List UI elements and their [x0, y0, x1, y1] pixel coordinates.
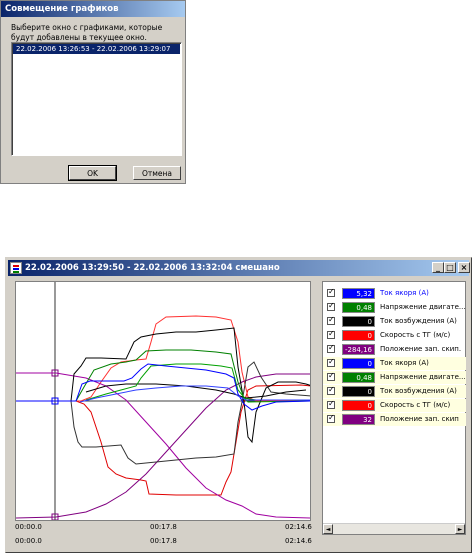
- series-name: Положение зап. скип: [380, 415, 459, 423]
- series-name: Положение зап. скип.: [380, 345, 462, 353]
- series-name: Напряжение двигате...: [380, 303, 466, 311]
- maximize-button[interactable]: □: [444, 262, 456, 273]
- time-label-start: 00:00.0: [15, 523, 42, 531]
- legend-row[interactable]: ✓ 0,48 Напряжение двигате...: [323, 371, 466, 384]
- series-value: 0: [342, 330, 375, 341]
- window-titlebar[interactable]: 22.02.2006 13:29:50 - 22.02.2006 13:32:0…: [8, 260, 470, 276]
- window-title: 22.02.2006 13:29:50 - 22.02.2006 13:32:0…: [25, 263, 280, 273]
- series-value: 0,48: [342, 302, 375, 313]
- time-label-end: 02:14.6: [285, 523, 312, 531]
- series-name: Скорость с ТГ (м/с): [380, 401, 451, 409]
- series-value: 0: [342, 316, 375, 327]
- legend-row[interactable]: ✓ 0 Скорость с ТГ (м/с): [323, 399, 466, 412]
- legend-row[interactable]: ✓ 0 Ток возбуждения (А): [323, 385, 466, 398]
- series-name: Ток якоря (А): [380, 289, 429, 297]
- legend-row[interactable]: ✓ 32 Положение зап. скип: [323, 413, 466, 426]
- speed-curve-b: [16, 315, 310, 402]
- legend-row[interactable]: ✓ 0 Ток якоря (А): [323, 357, 466, 370]
- graph-window: 22.02.2006 13:29:50 - 22.02.2006 13:32:0…: [5, 257, 472, 553]
- series-checkbox[interactable]: ✓: [327, 287, 335, 297]
- series-checkbox[interactable]: ✓: [327, 357, 335, 367]
- series-name: Ток возбуждения (А): [380, 317, 457, 325]
- checkmark-icon: ✓: [328, 329, 335, 338]
- dialog-title: Совмещение графиков: [1, 1, 185, 17]
- chart-svg: [16, 282, 310, 520]
- legend-row[interactable]: ✓ 0,48 Напряжение двигате...: [323, 301, 466, 314]
- legend-panel: ✓ 5,32 Ток якоря (А) ✓ 0,48 Напряжение двигат…: [322, 281, 466, 535]
- checkmark-icon: ✓: [328, 385, 335, 394]
- field-current-curve-b: [16, 361, 310, 465]
- series-name: Скорость с ТГ (м/с): [380, 331, 451, 339]
- series-value: 0: [342, 400, 375, 411]
- series-value: 32: [342, 414, 375, 425]
- time-label-start-2: 00:00.0: [15, 537, 42, 545]
- checkmark-icon: ✓: [328, 315, 335, 324]
- window-listbox[interactable]: 22.02.2006 13:26:53 - 22.02.2006 13:29:0…: [11, 42, 182, 156]
- legend-row[interactable]: ✓ 5,32 Ток якоря (А): [323, 287, 466, 300]
- checkmark-icon: ✓: [328, 357, 335, 366]
- series-checkbox[interactable]: ✓: [327, 371, 335, 381]
- legend-row[interactable]: ✓ 0 Скорость с ТГ (м/с): [323, 329, 466, 342]
- minimize-button[interactable]: _: [432, 262, 444, 273]
- series-checkbox[interactable]: ✓: [327, 329, 335, 339]
- series-value: 5,32: [342, 288, 375, 299]
- legend-scrollbar[interactable]: ◄ ►: [323, 523, 465, 534]
- checkmark-icon: ✓: [328, 287, 335, 296]
- checkmark-icon: ✓: [328, 301, 335, 310]
- time-label-cursor-2: 00:17.8: [150, 537, 177, 545]
- checkmark-icon: ✓: [328, 371, 335, 380]
- series-checkbox[interactable]: ✓: [327, 301, 335, 311]
- series-checkbox[interactable]: ✓: [327, 413, 335, 423]
- scroll-right-button[interactable]: ►: [455, 524, 465, 534]
- legend-row[interactable]: ✓ 0 Ток возбуждения (А): [323, 315, 466, 328]
- series-name: Ток якоря (А): [380, 359, 429, 367]
- position-curve-a: [16, 372, 310, 519]
- chart-icon: [10, 262, 22, 274]
- series-checkbox[interactable]: ✓: [327, 343, 335, 353]
- checkmark-icon: ✓: [328, 413, 335, 422]
- list-item[interactable]: 22.02.2006 13:26:53 - 22.02.2006 13:29:0…: [13, 44, 180, 54]
- checkmark-icon: ✓: [328, 343, 335, 352]
- series-value: 0,48: [342, 372, 375, 383]
- time-label-cursor: 00:17.8: [150, 523, 177, 531]
- legend-row[interactable]: ✓ -284,16 Положение зап. скип.: [323, 343, 466, 356]
- series-checkbox[interactable]: ✓: [327, 315, 335, 325]
- scroll-left-button[interactable]: ◄: [323, 524, 333, 534]
- series-name: Ток возбуждения (А): [380, 387, 457, 395]
- cancel-button[interactable]: Отмена: [133, 166, 181, 180]
- time-label-end-2: 02:14.6: [285, 537, 312, 545]
- dialog-prompt: Выберите окно с графиками, которые будут…: [11, 23, 163, 42]
- series-value: 0: [342, 358, 375, 369]
- checkmark-icon: ✓: [328, 399, 335, 408]
- merge-charts-dialog: Совмещение графиков Выберите окно с граф…: [0, 0, 186, 184]
- plot-area[interactable]: [15, 281, 311, 521]
- series-checkbox[interactable]: ✓: [327, 385, 335, 395]
- series-value: 0: [342, 386, 375, 397]
- close-button[interactable]: ×: [458, 262, 470, 273]
- series-name: Напряжение двигате...: [380, 373, 466, 381]
- ok-button[interactable]: OK: [68, 165, 117, 181]
- series-value: -284,16: [342, 344, 375, 355]
- series-checkbox[interactable]: ✓: [327, 399, 335, 409]
